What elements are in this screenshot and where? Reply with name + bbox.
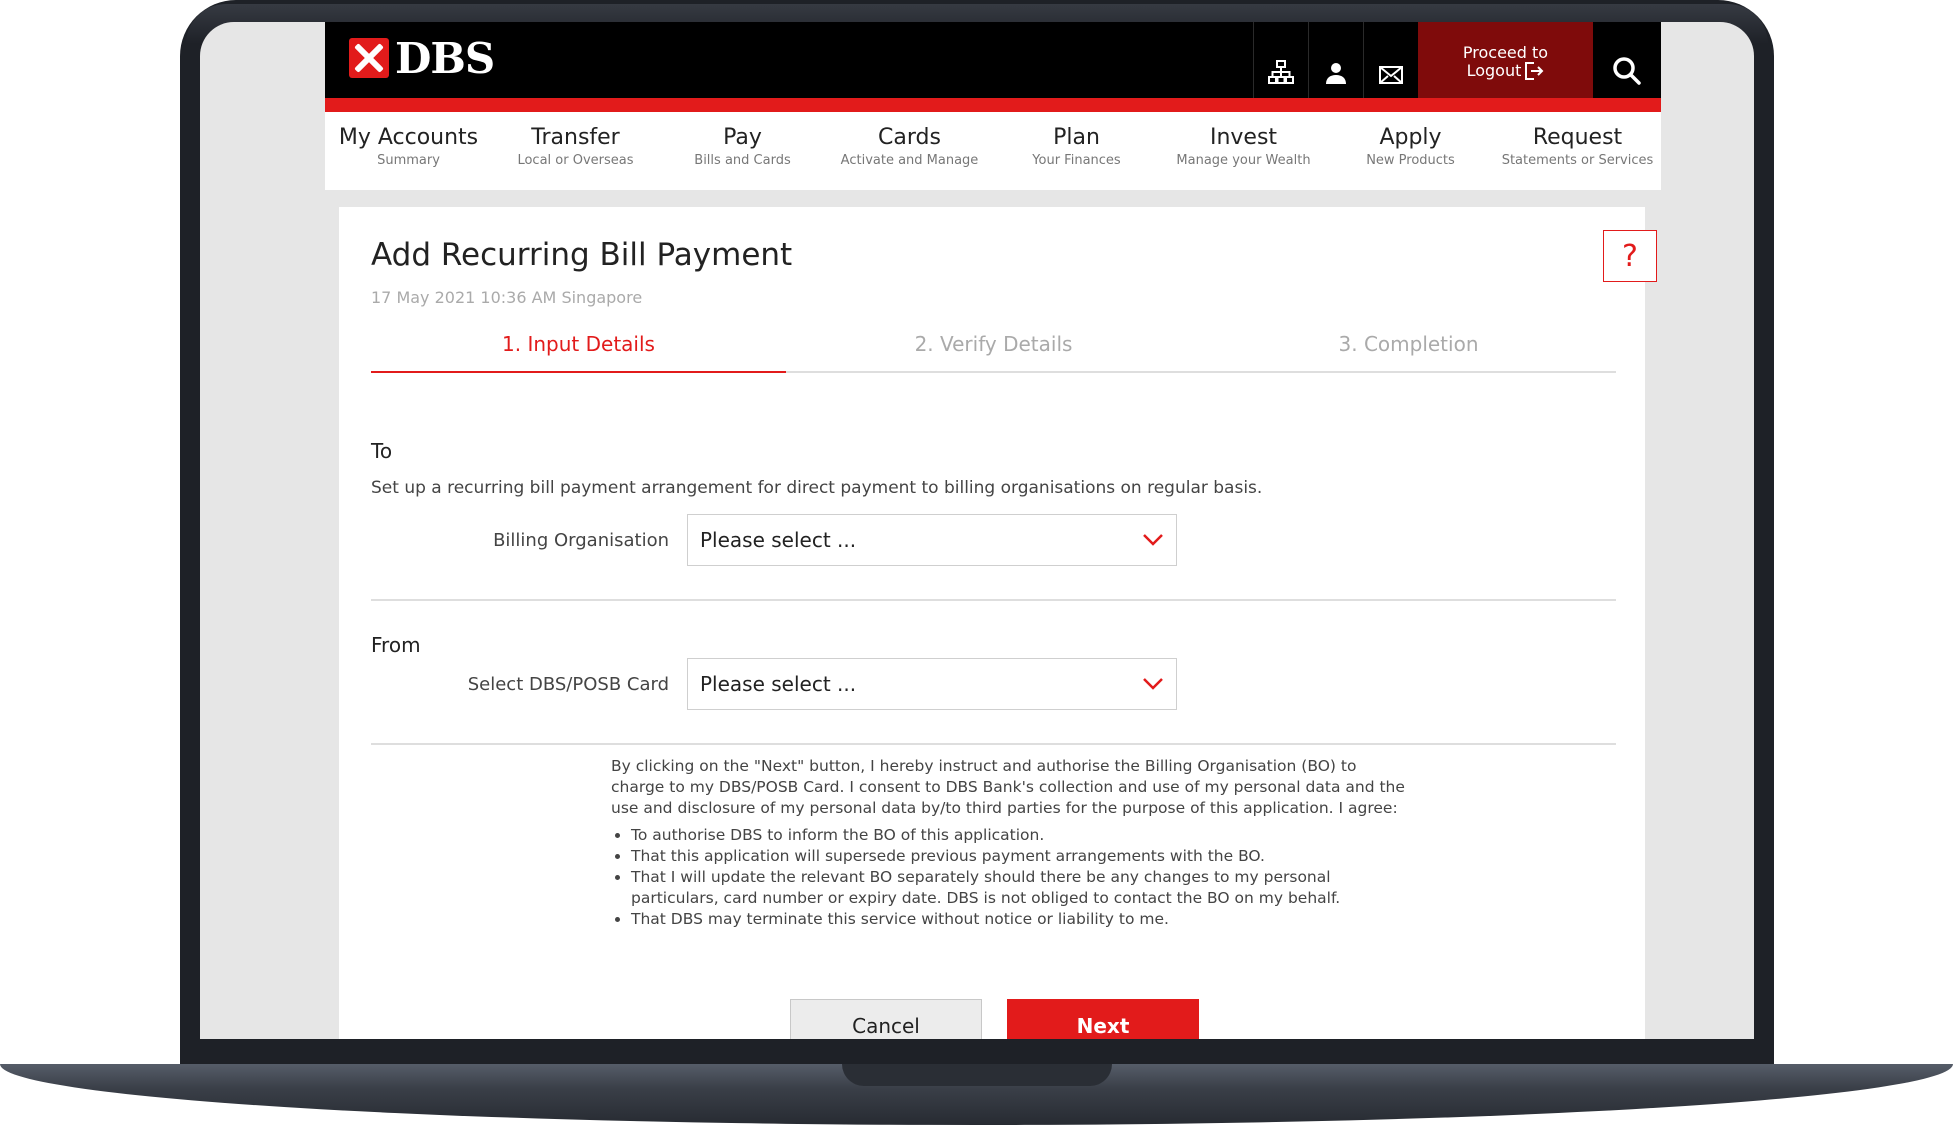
banking-app: DBS Proceed to Logout My Accounts Summar…: [325, 22, 1661, 1039]
nav-title: Apply: [1379, 125, 1442, 150]
laptop-screen: DBS Proceed to Logout My Accounts Summar…: [200, 22, 1754, 1039]
user-icon[interactable]: [1308, 22, 1363, 98]
top-bar: DBS Proceed to Logout: [325, 22, 1661, 98]
nav-title: Cards: [878, 125, 941, 150]
chevron-down-icon: [1143, 678, 1163, 690]
billing-organisation-select[interactable]: Please select ...: [687, 514, 1177, 566]
chevron-down-icon: [1143, 534, 1163, 546]
page-timestamp: 17 May 2021 10:36 AM Singapore: [371, 288, 643, 307]
nav-pay[interactable]: Pay Bills and Cards: [659, 112, 826, 190]
nav-apply[interactable]: Apply New Products: [1327, 112, 1494, 190]
logo-text: DBS: [395, 33, 495, 83]
section-divider: [371, 599, 1616, 601]
step-verify-details: 2. Verify Details: [914, 332, 1073, 356]
main-nav: My Accounts Summary Transfer Local or Ov…: [325, 112, 1661, 190]
nav-title: Plan: [1053, 125, 1100, 150]
step-completion: 3. Completion: [1338, 332, 1479, 356]
step-input-details: 1. Input Details: [371, 324, 786, 373]
terms-item: To authorise DBS to inform the BO of thi…: [631, 825, 1411, 846]
mail-icon[interactable]: [1363, 22, 1418, 98]
logout-line2: Logout: [1466, 61, 1522, 80]
terms-list: To authorise DBS to inform the BO of thi…: [611, 825, 1411, 930]
terms-item: That this application will supersede pre…: [631, 846, 1411, 867]
search-icon[interactable]: [1593, 22, 1661, 98]
logout-line1: Proceed to: [1462, 43, 1549, 62]
billing-organisation-value: Please select ...: [700, 528, 857, 552]
nav-title: Transfer: [531, 125, 620, 150]
page-title: Add Recurring Bill Payment: [371, 237, 793, 273]
terms-item: That I will update the relevant BO separ…: [631, 867, 1411, 909]
top-bar-actions: Proceed to Logout: [1253, 22, 1661, 98]
to-section-heading: To: [371, 439, 393, 463]
cancel-button[interactable]: Cancel: [790, 999, 982, 1039]
card-select-label: Select DBS/POSB Card: [467, 674, 669, 695]
nav-invest[interactable]: Invest Manage your Wealth: [1160, 112, 1327, 190]
logout-icon: [1525, 62, 1544, 80]
nav-subtitle: Summary: [377, 153, 440, 168]
nav-cards[interactable]: Cards Activate and Manage: [826, 112, 993, 190]
next-button[interactable]: Next: [1007, 999, 1199, 1039]
sitemap-icon[interactable]: [1253, 22, 1308, 98]
step-indicator: 1. Input Details 2. Verify Details 3. Co…: [371, 324, 1616, 373]
card-select-value: Please select ...: [700, 672, 857, 696]
nav-request[interactable]: Request Statements or Services: [1494, 112, 1661, 190]
logout-button[interactable]: Proceed to Logout: [1418, 22, 1593, 98]
nav-transfer[interactable]: Transfer Local or Overseas: [492, 112, 659, 190]
nav-subtitle: Your Finances: [1032, 153, 1121, 168]
brand-red-stripe: [325, 98, 1661, 112]
nav-title: Invest: [1209, 125, 1278, 150]
nav-subtitle: Bills and Cards: [694, 153, 791, 168]
nav-subtitle: Activate and Manage: [840, 153, 979, 168]
help-icon: ?: [1622, 238, 1638, 274]
nav-plan[interactable]: Plan Your Finances: [993, 112, 1160, 190]
dbs-star-icon: [349, 38, 389, 78]
terms-intro: By clicking on the "Next" button, I here…: [611, 757, 1405, 817]
terms-consent: By clicking on the "Next" button, I here…: [611, 756, 1411, 930]
nav-subtitle: New Products: [1366, 153, 1455, 168]
nav-title: Pay: [723, 125, 762, 150]
nav-subtitle: Manage your Wealth: [1176, 153, 1311, 168]
terms-item: That DBS may terminate this service with…: [631, 909, 1411, 930]
billing-organisation-label: Billing Organisation: [493, 530, 669, 551]
nav-title: Request: [1532, 125, 1623, 150]
to-section-description: Set up a recurring bill payment arrangem…: [371, 478, 1263, 498]
form-card: Add Recurring Bill Payment 17 May 2021 1…: [339, 207, 1657, 1039]
laptop-base: [0, 1064, 1953, 1125]
nav-subtitle: Statements or Services: [1501, 153, 1654, 168]
nav-my-accounts[interactable]: My Accounts Summary: [325, 112, 492, 190]
from-section-heading: From: [371, 633, 421, 657]
card-select[interactable]: Please select ...: [687, 658, 1177, 710]
dbs-logo[interactable]: DBS: [349, 32, 495, 84]
section-divider: [371, 743, 1616, 745]
help-button[interactable]: ?: [1603, 230, 1657, 282]
laptop-notch: [842, 1064, 1112, 1086]
nav-title: My Accounts: [338, 125, 479, 150]
nav-subtitle: Local or Overseas: [517, 153, 634, 168]
